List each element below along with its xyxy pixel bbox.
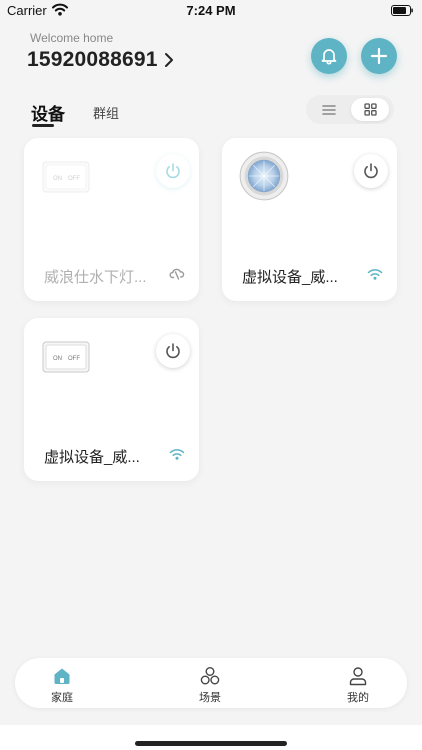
nav-home[interactable]: 家庭	[32, 664, 92, 706]
svg-text:ON: ON	[53, 176, 62, 182]
power-icon	[166, 343, 180, 359]
svg-text:ON: ON	[53, 356, 62, 362]
home-indicator	[135, 741, 287, 746]
list-view-button[interactable]	[314, 98, 344, 121]
active-tab-indicator	[32, 124, 54, 127]
power-button[interactable]	[156, 154, 190, 188]
power-icon	[166, 163, 180, 179]
account-phone: 15920088691	[27, 48, 158, 71]
tab-devices[interactable]: 设备	[31, 100, 65, 125]
device-name: 威浪仕水下灯...	[44, 269, 147, 286]
welcome-text: Welcome home	[30, 31, 114, 45]
device-card[interactable]: ON OFF 虚拟设备_威...	[24, 318, 199, 481]
switch-thumbnail: ON OFF	[42, 161, 90, 193]
user-icon	[349, 667, 367, 686]
power-button[interactable]	[156, 334, 190, 368]
wifi-icon	[367, 269, 383, 280]
tab-groups[interactable]: 群组	[93, 103, 119, 122]
device-card[interactable]: 虚拟设备_威...	[222, 138, 397, 301]
account-selector[interactable]: 15920088691	[27, 48, 174, 72]
scene-icon	[200, 667, 220, 685]
bottom-nav: 家庭 场景 我的	[15, 658, 407, 708]
plus-icon	[370, 47, 388, 65]
bell-icon	[321, 49, 337, 65]
svg-text:OFF: OFF	[68, 356, 80, 362]
device-name: 虚拟设备_威...	[44, 449, 140, 466]
list-icon	[322, 104, 336, 115]
device-name: 虚拟设备_威...	[242, 269, 338, 286]
device-card[interactable]: ON OFF 威浪仕水下灯...	[24, 138, 199, 301]
chevron-right-icon	[164, 53, 173, 67]
nav-label: 家庭	[51, 692, 73, 704]
battery-icon	[391, 5, 413, 16]
power-icon	[364, 163, 378, 179]
nav-label: 场景	[199, 692, 221, 704]
bottom-safe-area	[0, 725, 422, 750]
svg-text:OFF: OFF	[68, 176, 80, 182]
wifi-icon	[169, 449, 185, 460]
cloud-offline-icon	[169, 268, 185, 280]
add-device-button[interactable]	[361, 38, 397, 74]
power-button[interactable]	[354, 154, 388, 188]
notifications-button[interactable]	[311, 38, 347, 74]
nav-mine[interactable]: 我的	[328, 664, 388, 706]
view-toggle	[306, 95, 394, 124]
grid-icon	[363, 103, 377, 116]
grid-view-button[interactable]	[351, 98, 389, 121]
status-bar: Carrier 7:24 PM	[0, 0, 422, 22]
home-icon	[54, 668, 70, 684]
switch-thumbnail: ON OFF	[42, 341, 90, 373]
status-time: 7:24 PM	[186, 3, 236, 18]
nav-scene[interactable]: 场景	[180, 664, 240, 706]
nav-label: 我的	[347, 692, 369, 704]
lamp-thumbnail	[239, 151, 289, 201]
